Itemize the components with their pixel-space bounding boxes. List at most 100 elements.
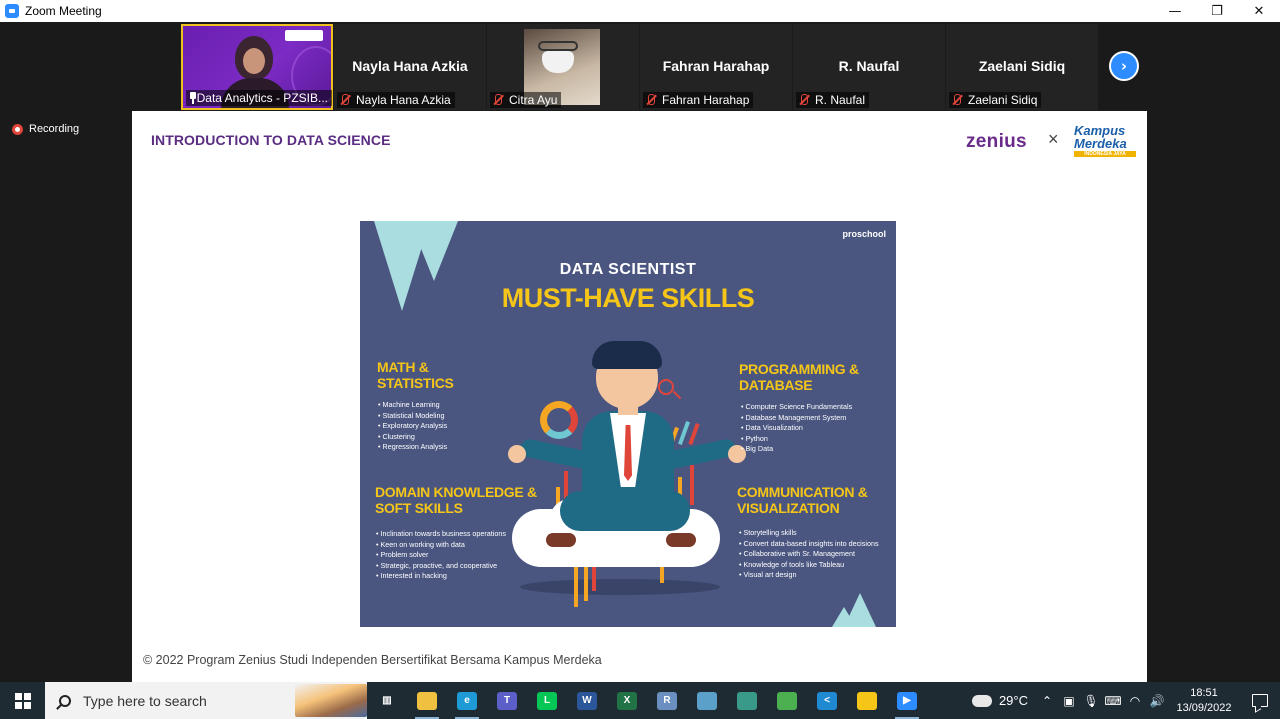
participant-tile[interactable]: Nayla Hana Azkia Nayla Hana Azkia	[334, 24, 486, 110]
paint-app-taskbar-button[interactable]	[727, 682, 767, 719]
taskbar-clock[interactable]: 18:51 13/09/2022	[1168, 686, 1240, 716]
taskbar-apps: ▥ e T L W X R < ▶	[367, 682, 927, 719]
wifi-icon[interactable]: ◠	[1124, 694, 1146, 708]
donut-chart-icon	[540, 401, 578, 439]
teams-taskbar-button[interactable]: T	[487, 682, 527, 719]
edge-icon: e	[457, 691, 477, 710]
volume-icon[interactable]: 🔊	[1146, 694, 1168, 708]
notes-app-taskbar-button[interactable]	[687, 682, 727, 719]
vscode-taskbar-button[interactable]: <	[807, 682, 847, 719]
participant-name: R. Naufal	[815, 93, 866, 107]
zoom-app-icon	[5, 4, 19, 18]
proschool-logo: proschool	[842, 229, 886, 239]
participant-label: Citra Ayu	[490, 92, 562, 108]
km-sub: INDONESIA JAYA	[1074, 151, 1136, 157]
r-lang-taskbar-button[interactable]: R	[647, 682, 687, 719]
window-titlebar: Zoom Meeting — ❐ ✕	[0, 0, 1280, 22]
notifications-button[interactable]	[1240, 682, 1280, 719]
mic-muted-icon	[492, 94, 504, 106]
mic-muted-icon	[951, 94, 963, 106]
meeting-area: Data Analytics - PZSIB... Nayla Hana Azk…	[0, 22, 1280, 682]
participant-display-name: R. Naufal	[838, 58, 900, 74]
line-taskbar-button[interactable]: L	[527, 682, 567, 719]
sticky-notes-icon	[857, 691, 877, 710]
participant-name: Fahran Harahap	[662, 93, 750, 107]
notes-app-icon	[697, 691, 717, 710]
paint-app-icon	[737, 691, 757, 710]
brand-separator: ×	[1048, 129, 1059, 149]
section-list-domain: Inclination towards business operations …	[376, 529, 506, 582]
participant-display-name: Zaelani Sidiq	[978, 58, 1066, 74]
section-title-math: MATH & STATISTICS	[377, 359, 454, 391]
restore-button[interactable]: ❐	[1196, 0, 1238, 22]
close-button[interactable]: ✕	[1238, 0, 1280, 22]
search-highlight-image	[295, 684, 367, 717]
participant-label: R. Naufal	[796, 92, 870, 108]
zenius-badge	[285, 30, 323, 41]
participant-tile[interactable]: R. Naufal R. Naufal	[793, 24, 945, 110]
kampus-merdeka-logo: Kampus Merdeka INDONESIA JAYA	[1074, 124, 1136, 157]
word-icon: W	[577, 691, 597, 710]
participant-tile[interactable]: Zaelani Sidiq Zaelani Sidiq	[946, 24, 1098, 110]
participant-name: Nayla Hana Azkia	[356, 93, 451, 107]
section-list-communication: Storytelling skills Convert data-based i…	[739, 528, 879, 581]
word-taskbar-button[interactable]: W	[567, 682, 607, 719]
participant-label: Data Analytics - PZSIB...	[186, 90, 332, 106]
magnifier-icon	[658, 379, 674, 395]
participant-name: Data Analytics - PZSIB...	[196, 91, 328, 105]
zoom-taskbar-button[interactable]: ▶	[887, 682, 927, 719]
task-view-icon: ▥	[377, 691, 397, 710]
task-view-taskbar-button[interactable]: ▥	[367, 682, 407, 719]
sticky-notes-taskbar-button[interactable]	[847, 682, 887, 719]
clock-date: 13/09/2022	[1176, 701, 1232, 714]
section-title-programming: PROGRAMMING & DATABASE	[739, 361, 859, 393]
file-explorer-taskbar-button[interactable]	[407, 682, 447, 719]
microphone-icon[interactable]: 🎙	[1080, 694, 1102, 708]
chart-app-taskbar-button[interactable]	[767, 682, 807, 719]
edge-taskbar-button[interactable]: e	[447, 682, 487, 719]
participant-tile[interactable]: Citra Ayu	[487, 24, 639, 110]
participant-name: Zaelani Sidiq	[968, 93, 1038, 107]
taskbar-search-box[interactable]: Type here to search	[45, 682, 367, 719]
search-icon	[59, 694, 71, 707]
start-button[interactable]	[0, 682, 45, 719]
participant-name: Citra Ayu	[509, 93, 558, 107]
meet-now-icon[interactable]: ▣	[1058, 694, 1080, 708]
mic-muted-icon	[645, 94, 657, 106]
chart-app-icon	[777, 691, 797, 710]
minimize-button[interactable]: —	[1154, 0, 1196, 22]
recording-icon	[12, 123, 23, 135]
teams-icon: T	[497, 691, 517, 710]
recording-indicator[interactable]: Recording	[12, 123, 79, 135]
slide-title: INTRODUCTION TO DATA SCIENCE	[151, 132, 391, 148]
next-participants-button[interactable]: ›	[1109, 51, 1139, 81]
participant-label: Zaelani Sidiq	[949, 92, 1042, 108]
line-icon: L	[537, 691, 557, 710]
partly-cloudy-icon	[967, 689, 992, 707]
windows-taskbar: Type here to search ▥ e T L W X R < ▶ 29°C ⌃ ▣ 🎙…	[0, 682, 1280, 719]
show-hidden-icons-icon[interactable]: ⌃	[1036, 694, 1058, 708]
excel-icon: X	[617, 691, 637, 710]
shared-screen-slide: INTRODUCTION TO DATA SCIENCE zenius × Ka…	[132, 111, 1147, 682]
weather-widget[interactable]: 29°C	[967, 689, 1028, 708]
skills-infographic: proschool DATA SCIENTIST MUST-HAVE SKILL…	[360, 221, 896, 627]
pin-icon	[188, 92, 195, 104]
excel-taskbar-button[interactable]: X	[607, 682, 647, 719]
notification-icon	[1252, 694, 1268, 707]
poster-heading: DATA SCIENTIST	[559, 261, 697, 278]
section-list-math: Machine Learning Statistical Modeling Ex…	[378, 400, 448, 453]
system-tray: 29°C ⌃ ▣ 🎙 ⌨ ◠ 🔊 18:51 13/09/2022	[967, 682, 1280, 719]
participant-display-name: Nayla Hana Azkia	[352, 58, 468, 74]
participant-strip: Data Analytics - PZSIB... Nayla Hana Azk…	[181, 24, 1099, 110]
section-title-communication: COMMUNICATION & VISUALIZATION	[737, 484, 868, 516]
section-list-programming: Computer Science Fundamentals Database M…	[741, 402, 853, 455]
participant-tile-host[interactable]: Data Analytics - PZSIB...	[181, 24, 333, 110]
r-lang-icon: R	[657, 691, 677, 710]
file-explorer-icon	[417, 691, 437, 710]
zoom-icon: ▶	[897, 691, 917, 710]
mic-muted-icon	[798, 94, 810, 106]
participant-tile[interactable]: Fahran Harahap Fahran Harahap	[640, 24, 792, 110]
input-indicator-icon[interactable]: ⌨	[1102, 694, 1124, 708]
km-line2: Merdeka	[1074, 136, 1127, 151]
section-title-domain: DOMAIN KNOWLEDGE & SOFT SKILLS	[375, 484, 537, 516]
